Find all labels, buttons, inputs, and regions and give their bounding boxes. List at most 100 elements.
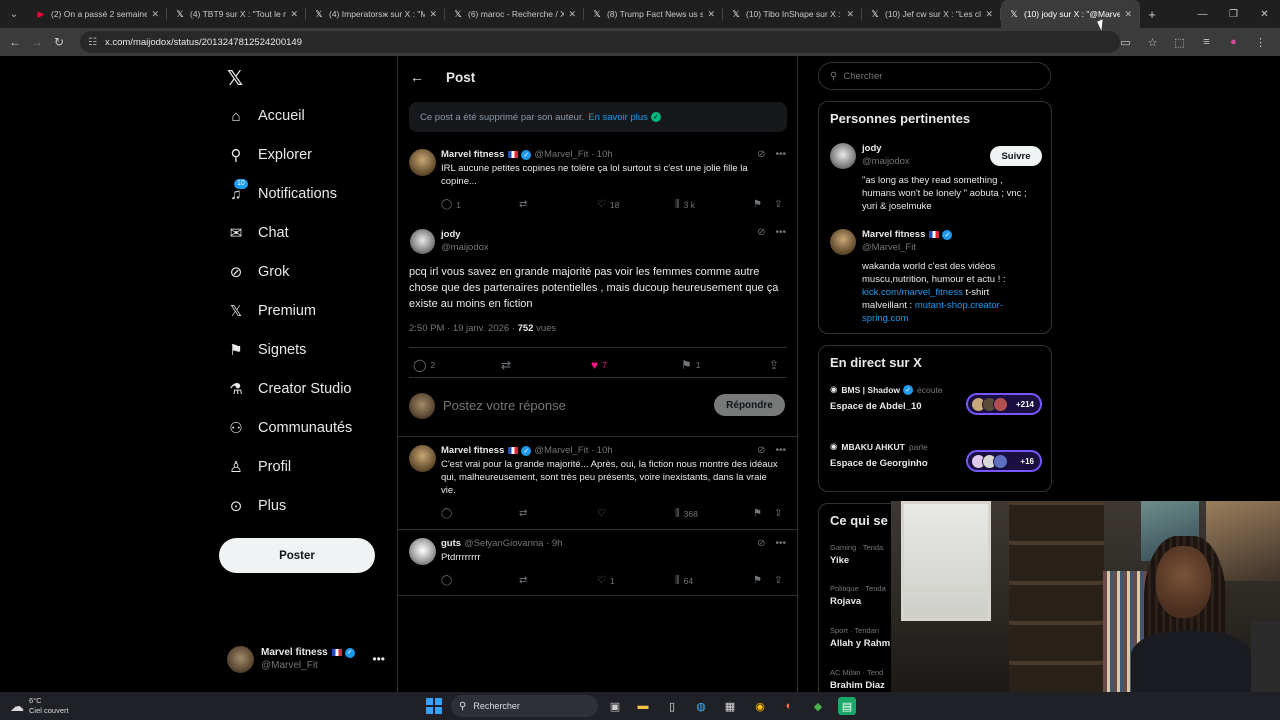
author-name[interactable]: jody [441, 229, 461, 240]
browser-menu-icon[interactable]: ⋮ [1247, 36, 1274, 49]
nav-communities[interactable]: ⚇ Communautés [227, 416, 352, 440]
close-window-icon[interactable]: ✕ [1249, 9, 1280, 20]
avatar[interactable] [830, 143, 856, 169]
taskbar-search[interactable]: ⚲ Rechercher [451, 695, 598, 717]
reply-tweet[interactable]: guts @SelyanGiovanna · 9h ⊘ ••• Ptdrrrrrr… [398, 538, 798, 594]
person-name[interactable]: jody [862, 143, 882, 154]
person-name[interactable]: Marvel fitness [862, 229, 925, 240]
space-listeners-pill[interactable]: +16 [966, 450, 1042, 472]
author-handle[interactable]: @maijodox [441, 242, 489, 253]
browser-tab-active[interactable]: 𝕏 (10) jody sur X : "@Marve ✕ [1001, 0, 1140, 28]
like-button[interactable]: ♡ 1 [597, 575, 615, 586]
more-icon[interactable]: ••• [775, 227, 786, 238]
search-input[interactable]: ⚲ Chercher [818, 62, 1051, 90]
app-icon[interactable]: ▤ [838, 697, 856, 715]
share-button[interactable]: ⇪ [774, 575, 786, 586]
avatar[interactable] [409, 149, 436, 176]
bio-link[interactable]: kick.com/marvel_fitness [862, 287, 963, 298]
space-item[interactable]: ◉ BMS | Shadow ✓ écoute Espace de Abdel_10 … [830, 384, 1042, 424]
browser-tab[interactable]: 𝕏 (4) Imperatorsж sur X : "M ✕ [306, 0, 445, 28]
close-tab-icon[interactable]: ✕ [1124, 9, 1132, 20]
browser-tab[interactable]: 𝕏 (8) Trump Fact News us sur ✕ [584, 0, 723, 28]
task-view-icon[interactable]: ▣ [606, 697, 624, 715]
reply-button[interactable]: ◯ 1 [441, 199, 461, 210]
browser-tab[interactable]: ▶ (2) On a passé 2 semaines ✕ [28, 0, 167, 28]
retweet-button[interactable]: ⇄ [519, 508, 531, 519]
tab-search-menu-icon[interactable]: ⌄ [0, 0, 28, 28]
edge-icon[interactable]: ◍ [692, 697, 710, 715]
bookmark-button[interactable]: ⚑ 1 [681, 358, 701, 372]
reply-button[interactable]: ◯ [441, 508, 456, 519]
nav-profile[interactable]: ♙ Profil [227, 455, 291, 479]
avatar[interactable] [410, 229, 435, 254]
nav-chat[interactable]: ✉ Chat [227, 221, 289, 245]
avatar[interactable] [409, 445, 436, 472]
retweet-button[interactable]: ⇄ [519, 575, 531, 586]
nav-home[interactable]: ⌂ Accueil [227, 104, 304, 128]
extensions-icon[interactable]: ⬚ [1166, 36, 1193, 49]
reply-tweet[interactable]: Marvel fitness ✓ @Marvel_Fit · 10h ⊘ ••• … [398, 445, 798, 525]
space-listeners-pill[interactable]: +214 [966, 393, 1042, 415]
space-item[interactable]: ◉ MBAKU AHKUT parle Espace de Georginho +1… [830, 441, 1042, 481]
grok-icon[interactable]: ⊘ [757, 149, 765, 160]
minimize-icon[interactable]: — [1187, 9, 1218, 20]
more-icon[interactable]: ••• [775, 445, 786, 456]
back-icon[interactable]: ← [4, 35, 26, 49]
share-button[interactable]: ⇪ [774, 199, 786, 210]
views-button[interactable]: ⫼ 64 [675, 575, 693, 586]
nav-premium[interactable]: 𝕏 Premium [227, 299, 316, 323]
grok-icon[interactable]: ⊘ [757, 445, 765, 456]
close-tab-icon[interactable]: ✕ [429, 9, 437, 20]
bookmark-button[interactable]: ⚑ [753, 575, 766, 586]
browser-tab[interactable]: 𝕏 (10) Jef cw sur X : "Les cli ✕ [862, 0, 1001, 28]
firefox-icon[interactable]: ◐ [780, 697, 798, 715]
bookmark-button[interactable]: ⚑ [753, 508, 766, 519]
browser-tab[interactable]: 𝕏 (6) maroc - Recherche / X ✕ [445, 0, 584, 28]
reply-input[interactable]: Postez votre réponse [443, 398, 566, 413]
url-field[interactable]: ☷ x.com/maijodox/status/2013247812524200… [80, 31, 1120, 53]
reply-button[interactable]: ◯ [441, 575, 456, 586]
install-app-icon[interactable]: ▭ [1112, 36, 1139, 49]
reply-submit-button[interactable]: Répondre [714, 394, 785, 416]
nav-bookmarks[interactable]: ⚑ Signets [227, 338, 306, 362]
like-button[interactable]: ♡ 18 [597, 199, 619, 210]
author-name[interactable]: Marvel fitness [441, 445, 504, 456]
avatar[interactable] [409, 538, 436, 565]
nav-explore[interactable]: ⚲ Explorer [227, 143, 313, 167]
parent-tweet[interactable]: Marvel fitness ✓ @Marvel_Fit · 10h ⊘ ••• … [398, 149, 798, 221]
bookmark-button[interactable]: ⚑ [753, 199, 766, 210]
author-name[interactable]: Marvel fitness [441, 149, 504, 160]
share-button[interactable]: ⇪ [774, 508, 786, 519]
document-icon[interactable]: ▯ [663, 697, 681, 715]
close-tab-icon[interactable]: ✕ [846, 9, 854, 20]
forward-icon[interactable]: → [26, 35, 48, 49]
close-tab-icon[interactable]: ✕ [568, 9, 576, 20]
weather-widget[interactable]: ☁ 6°C Ciel couvert [10, 696, 69, 716]
views-button[interactable]: ⫼ 3 k [675, 199, 695, 210]
views-button[interactable]: ⫼ 368 [675, 508, 698, 519]
grok-icon[interactable]: ⊘ [757, 538, 765, 549]
learn-more-link[interactable]: En savoir plus [588, 112, 648, 123]
post-button[interactable]: Poster [219, 538, 375, 573]
nav-notifications[interactable]: ♫ 10 Notifications [227, 179, 337, 206]
reply-button[interactable]: ◯ 2 [413, 358, 435, 372]
close-tab-icon[interactable]: ✕ [985, 9, 993, 20]
profile-icon[interactable]: ● [1220, 36, 1247, 48]
maximize-icon[interactable]: ❐ [1218, 9, 1249, 20]
more-icon[interactable]: ••• [775, 538, 786, 549]
follow-button[interactable]: Suivre [990, 146, 1042, 166]
file-explorer-icon[interactable]: ▬ [634, 697, 652, 715]
share-button[interactable]: ⇪ [769, 358, 783, 372]
reload-icon[interactable]: ↻ [48, 35, 70, 49]
browser-tab[interactable]: 𝕏 (4) TBT9 sur X : "Tout le m ✕ [167, 0, 306, 28]
like-button[interactable]: ♡ [597, 508, 610, 519]
nav-more[interactable]: ⊙ Plus [227, 494, 287, 518]
new-tab-button[interactable]: + [1140, 7, 1164, 22]
app-icon[interactable]: ◆ [809, 697, 827, 715]
windows-start-icon[interactable] [426, 698, 442, 714]
x-logo-icon[interactable]: 𝕏 [227, 66, 243, 91]
nav-creator-studio[interactable]: ⚗ Creator Studio [227, 377, 351, 401]
more-icon[interactable]: ••• [775, 149, 786, 160]
store-icon[interactable]: ▦ [721, 697, 739, 715]
retweet-button[interactable]: ⇄ [501, 358, 515, 372]
